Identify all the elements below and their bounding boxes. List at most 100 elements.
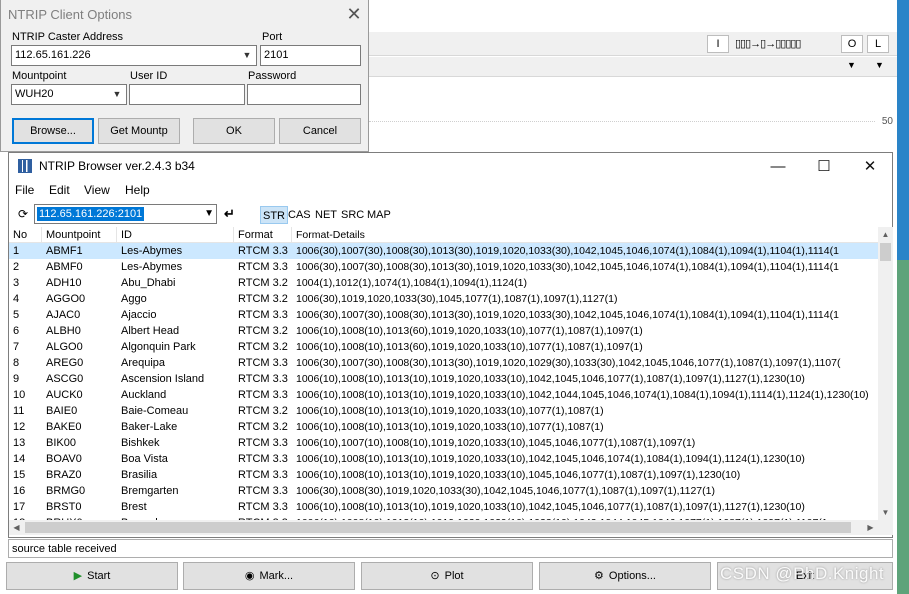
tab-cas[interactable]: CAS [286,206,313,224]
table-row[interactable]: 3 ADH10 Abu_Dhabi RTCM 3.2 1004(1),1012(1),1… [9,275,878,291]
vertical-scrollbar[interactable]: ▲ ▼ [878,227,893,520]
options-button[interactable]: ⚙ Options... [539,562,711,590]
table-row[interactable]: 11 BAIE0 Baie-Comeau RTCM 3.2 1006(10),1008(… [9,403,878,419]
chevron-down-icon[interactable]: ▼ [875,60,884,70]
row-format-cell: RTCM 3.2 [238,341,288,353]
scroll-thumb[interactable] [25,522,851,533]
scroll-thumb[interactable] [880,243,891,261]
table-row[interactable]: 14 BOAV0 Boa Vista RTCM 3.3 1006(10),1008(10… [9,451,878,467]
refresh-icon[interactable]: ⟳ [16,207,30,221]
row-mountpoint-cell: BAKE0 [46,421,82,433]
tab-str[interactable]: STR [260,206,288,224]
chevron-down-icon[interactable]: ▼ [847,60,856,70]
menu-view[interactable]: View [84,183,110,197]
caster-address-combo[interactable]: 112.65.161.226 ▼ [11,45,257,66]
mountpoint-label: Mountpoint [12,70,67,82]
table-row[interactable]: 16 BRMG0 Bremgarten RTCM 3.3 1006(30),1008(3… [9,483,878,499]
background-toolbar-secondary: ▼ ▼ [369,57,897,77]
table-row[interactable]: 10 AUCK0 Auckland RTCM 3.3 1006(10),1008(10)… [9,387,878,403]
row-format-details-cell: 1006(10),1007(10),1008(10),1019,1020,103… [296,437,696,449]
row-mountpoint-cell: ADH10 [46,277,82,289]
menu-edit[interactable]: Edit [49,183,70,197]
maximize-icon[interactable]: ☐ [801,153,847,180]
port-input[interactable]: 2101 [260,45,361,66]
row-mountpoint-cell: BAIE0 [46,405,78,417]
toolbar-button-i[interactable]: I [707,35,729,53]
row-mountpoint-cell: ALGO0 [46,341,83,353]
row-no-cell: 5 [13,309,20,321]
table-row[interactable]: 17 BRST0 Brest RTCM 3.3 1006(10),1008(10),10… [9,499,878,515]
mountpoint-combo[interactable]: WUH20 ▼ [11,84,127,105]
ok-button[interactable]: OK [193,118,275,144]
start-button[interactable]: ▶ Start [6,562,178,590]
close-icon[interactable]: ✕ [343,3,365,25]
tab-src[interactable]: SRC [339,206,366,224]
row-format-details-cell: 1006(10),1008(10),1013(10),1019,1020,103… [296,373,805,385]
chevron-down-icon[interactable]: ▼ [204,207,214,221]
start-button-label: Start [87,570,111,582]
row-format-details-cell: 1006(10),1008(10),1013(10),1019,1020,103… [296,469,741,481]
row-id-cell: Les-Abymes [121,261,183,273]
toolbar-button-o[interactable]: O [841,35,863,53]
app-icon [18,159,32,173]
row-id-cell: Les-Abymes [121,245,183,257]
table-row[interactable]: 13 BIK00 Bishkek RTCM 3.3 1006(10),1007(10),… [9,435,878,451]
plot-button[interactable]: ⊙ Plot [361,562,533,590]
horizontal-scrollbar[interactable]: ◀ ▶ [9,520,878,535]
table-row[interactable]: 4 AGGO0 Aggo RTCM 3.2 1006(30),1019,1020,103… [9,291,878,307]
scroll-down-icon[interactable]: ▼ [878,505,893,520]
table-row[interactable]: 1 ABMF1 Les-Abymes RTCM 3.3 1006(30),1007(30… [9,243,878,259]
row-id-cell: Arequipa [121,357,166,369]
row-no-cell: 4 [13,293,20,305]
tab-net[interactable]: NET [313,206,339,224]
scroll-right-icon[interactable]: ▶ [863,520,878,535]
row-mountpoint-cell: BOAV0 [46,453,82,465]
mark-button[interactable]: ◉ Mark... [183,562,355,590]
row-format-cell: RTCM 3.3 [238,469,288,481]
row-format-cell: RTCM 3.3 [238,485,288,497]
row-mountpoint-cell: ALBH0 [46,325,81,337]
table-row[interactable]: 6 ALBH0 Albert Head RTCM 3.2 1006(10),1008(1… [9,323,878,339]
minimize-icon[interactable]: — [755,153,801,180]
background-toolbar: I ▯▯▯→▯→▯▯▯▯▯ O L [369,32,897,56]
column-header-no[interactable]: No [9,227,42,243]
scroll-left-icon[interactable]: ◀ [9,520,24,535]
row-id-cell: Bishkek [121,437,160,449]
play-icon: ▶ [73,570,83,582]
chevron-down-icon[interactable]: ▼ [110,87,124,102]
user-id-input[interactable] [129,84,245,105]
row-no-cell: 2 [13,261,20,273]
gear-icon: ⚙ [594,570,604,582]
row-mountpoint-cell: AREG0 [46,357,84,369]
table-row[interactable]: 9 ASCG0 Ascension Island RTCM 3.3 1006(10),1… [9,371,878,387]
menu-file[interactable]: File [15,183,34,197]
row-format-cell: RTCM 3.3 [238,309,288,321]
scroll-up-icon[interactable]: ▲ [878,227,893,242]
chevron-down-icon[interactable]: ▼ [240,48,254,63]
table-row[interactable]: 8 AREG0 Arequipa RTCM 3.3 1006(30),1007(30),… [9,355,878,371]
caster-select[interactable]: 112.65.161.226:2101 ▼ [34,204,217,224]
close-icon[interactable]: ✕ [847,153,893,180]
chart-tick-label: 50 [881,116,893,127]
browse-button[interactable]: Browse... [12,118,94,144]
row-format-details-cell: 1006(30),1007(30),1008(30),1013(30),1019… [296,261,839,273]
chart-gridline [369,121,875,122]
plot-button-label: Plot [444,570,464,582]
toolbar-button-l[interactable]: L [867,35,889,53]
get-mountpoint-button[interactable]: Get Mountp [98,118,180,144]
enter-arrow-icon[interactable]: ↵ [224,206,235,222]
password-input[interactable] [247,84,361,105]
table-row[interactable]: 12 BAKE0 Baker-Lake RTCM 3.2 1006(10),1008(1… [9,419,878,435]
row-format-details-cell: 1006(30),1007(30),1008(30),1013(30),1019… [296,245,839,257]
table-row[interactable]: 2 ABMF0 Les-Abymes RTCM 3.3 1006(30),1007(30… [9,259,878,275]
tab-map[interactable]: MAP [365,206,393,224]
column-header-id[interactable]: ID [117,227,234,243]
table-row[interactable]: 7 ALGO0 Algonquin Park RTCM 3.2 1006(10),100… [9,339,878,355]
column-header-mountpoint[interactable]: Mountpoint [42,227,117,243]
column-header-format[interactable]: Format [234,227,292,243]
column-header-format-details[interactable]: Format-Details [292,227,878,243]
table-row[interactable]: 5 AJAC0 Ajaccio RTCM 3.3 1006(30),1007(30),1… [9,307,878,323]
menu-help[interactable]: Help [125,183,150,197]
table-row[interactable]: 15 BRAZ0 Brasilia RTCM 3.3 1006(10),1008(10)… [9,467,878,483]
cancel-button[interactable]: Cancel [279,118,361,144]
